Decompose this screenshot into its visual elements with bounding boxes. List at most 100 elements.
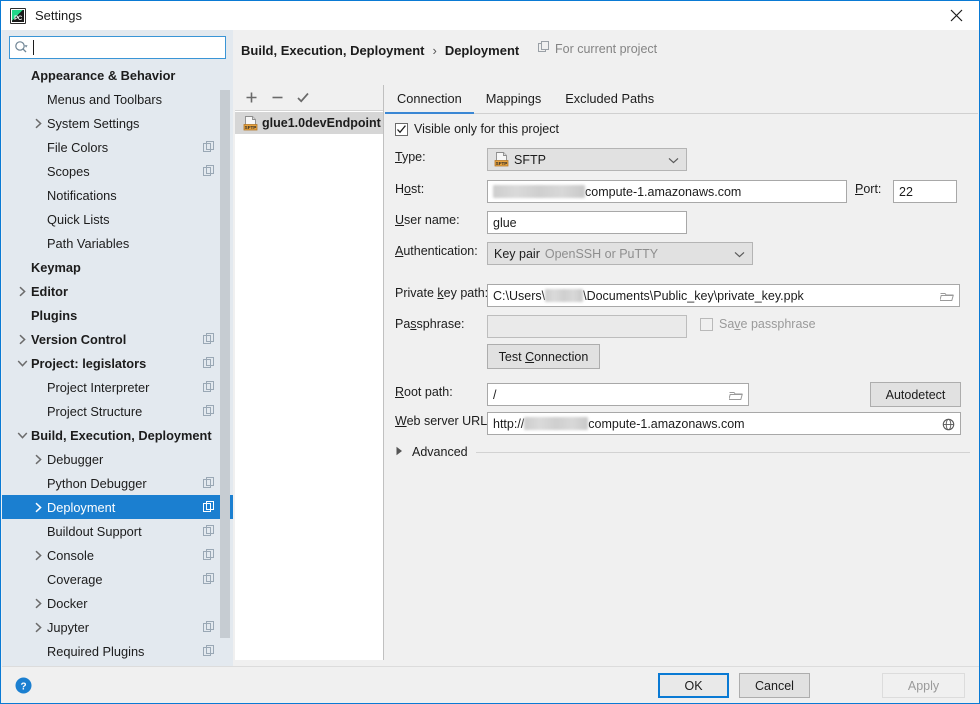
sidebar-item-build-execution-deployment[interactable]: Build, Execution, Deployment	[2, 423, 233, 447]
chevron-down-icon[interactable]	[16, 429, 29, 442]
sidebar-item-docker[interactable]: Docker	[2, 591, 233, 615]
sidebar-item-project-interpreter[interactable]: Project Interpreter	[2, 375, 233, 399]
triangle-right-icon[interactable]	[395, 445, 404, 459]
sftp-icon: SFTP	[494, 152, 509, 167]
username-input[interactable]: glue	[487, 211, 687, 234]
passphrase-input[interactable]	[487, 315, 687, 338]
sidebar-item-editor[interactable]: Editor	[2, 279, 233, 303]
sidebar-item-keymap[interactable]: Keymap	[2, 255, 233, 279]
sidebar-item-project-structure[interactable]: Project Structure	[2, 399, 233, 423]
chevron-right-icon[interactable]	[32, 501, 45, 514]
passphrase-label-row: Passphrase:	[395, 317, 465, 331]
sidebar-item-coverage[interactable]: Coverage	[2, 567, 233, 591]
folder-icon[interactable]	[936, 286, 958, 307]
set-default-server-button[interactable]	[291, 87, 315, 109]
save-passphrase-row: Save passphrase	[700, 317, 816, 331]
sidebar-scrollbar-thumb[interactable]	[220, 90, 230, 638]
sidebar-item-project-legislators[interactable]: Project: legislators	[2, 351, 233, 375]
sidebar-item-debugger[interactable]: Debugger	[2, 447, 233, 471]
server-list-item[interactable]: SFTPglue1.0devEndpoint	[235, 112, 383, 134]
chevron-right-icon[interactable]	[32, 453, 45, 466]
tab-mappings[interactable]: Mappings	[474, 90, 554, 113]
sidebar-item-appearance-behavior[interactable]: Appearance & Behavior	[2, 63, 233, 87]
sidebar-item-notifications[interactable]: Notifications	[2, 183, 233, 207]
chevron-down-icon[interactable]	[16, 357, 29, 370]
apply-label: Apply	[908, 679, 939, 693]
type-combo[interactable]: SFTP SFTP	[487, 148, 687, 171]
pycharm-icon: PC	[10, 8, 26, 24]
sidebar-item-version-control[interactable]: Version Control	[2, 327, 233, 351]
sidebar-item-label: Project: legislators	[31, 356, 146, 371]
chevron-right-icon[interactable]	[32, 117, 45, 130]
ok-button[interactable]: OK	[658, 673, 729, 698]
autodetect-button[interactable]: Autodetect	[870, 382, 961, 407]
help-icon[interactable]: ?	[15, 677, 32, 694]
save-passphrase-checkbox[interactable]	[700, 318, 713, 331]
project-scope-icon	[203, 645, 215, 657]
tab-connection[interactable]: Connection	[385, 90, 474, 113]
sidebar-item-label: System Settings	[47, 116, 139, 131]
sidebar-item-python-debugger[interactable]: Python Debugger	[2, 471, 233, 495]
sidebar-item-label: File Colors	[47, 140, 108, 155]
chevron-right-icon[interactable]	[32, 549, 45, 562]
visible-only-checkbox[interactable]	[395, 123, 408, 136]
apply-button[interactable]: Apply	[882, 673, 965, 698]
root-path-input[interactable]: /	[487, 383, 749, 406]
globe-icon[interactable]	[937, 414, 959, 435]
sidebar-item-path-variables[interactable]: Path Variables	[2, 231, 233, 255]
sidebar-item-menus-and-toolbars[interactable]: Menus and Toolbars	[2, 87, 233, 111]
project-scope-icon	[203, 573, 215, 585]
test-connection-button[interactable]: Test Connection	[487, 344, 600, 369]
svg-text:SFTP: SFTP	[245, 124, 257, 129]
svg-text:SFTP: SFTP	[496, 161, 508, 166]
type-value: SFTP	[514, 153, 546, 167]
sidebar-item-scopes[interactable]: Scopes	[2, 159, 233, 183]
sidebar-item-label: Appearance & Behavior	[31, 68, 175, 83]
sidebar-item-quick-lists[interactable]: Quick Lists	[2, 207, 233, 231]
chevron-right-icon[interactable]	[32, 621, 45, 634]
add-server-button[interactable]	[239, 87, 263, 109]
project-scope-icon	[203, 501, 215, 513]
advanced-section[interactable]: Advanced	[395, 445, 970, 459]
sidebar-item-buildout-support[interactable]: Buildout Support	[2, 519, 233, 543]
chevron-right-icon[interactable]	[16, 333, 29, 346]
project-scope-icon	[203, 477, 215, 489]
sidebar-item-label: Plugins	[31, 308, 77, 323]
search-icon	[14, 40, 29, 55]
close-icon[interactable]	[933, 1, 979, 30]
port-input[interactable]: 22	[893, 180, 957, 203]
cancel-label: Cancel	[755, 679, 794, 693]
sidebar-item-jupyter[interactable]: Jupyter	[2, 615, 233, 639]
web-server-url-label: Web server URL:	[395, 414, 491, 428]
folder-icon[interactable]	[725, 385, 747, 406]
web-server-url-input[interactable]: http://compute-1.amazonaws.com	[487, 412, 961, 435]
chevron-right-icon[interactable]	[32, 597, 45, 610]
sidebar-item-label: Jupyter	[47, 620, 89, 635]
sidebar-item-label: Buildout Support	[47, 524, 142, 539]
sidebar-item-file-colors[interactable]: File Colors	[2, 135, 233, 159]
port-value: 22	[899, 185, 913, 199]
chevron-right-icon[interactable]	[16, 285, 29, 298]
sidebar-item-deployment[interactable]: Deployment	[2, 495, 233, 519]
for-current-project-text: For current project	[555, 42, 657, 56]
port-label-row: Port:	[855, 182, 881, 196]
tab-excluded-paths[interactable]: Excluded Paths	[553, 90, 666, 113]
cancel-button[interactable]: Cancel	[739, 673, 810, 698]
private-key-input[interactable]: C:\Users\\Documents\Public_key\private_k…	[487, 284, 960, 307]
authentication-combo[interactable]: Key pair OpenSSH or PuTTY	[487, 242, 753, 265]
root-path-value: /	[493, 388, 496, 402]
visible-only-row: Visible only for this project	[395, 122, 559, 136]
sidebar-item-plugins[interactable]: Plugins	[2, 303, 233, 327]
private-key-redacted	[545, 289, 583, 302]
sidebar-item-system-settings[interactable]: System Settings	[2, 111, 233, 135]
search-input[interactable]	[34, 38, 221, 57]
project-scope-icon	[203, 141, 215, 153]
authentication-hint: OpenSSH or PuTTY	[545, 247, 658, 261]
username-value: glue	[493, 216, 517, 230]
sidebar-item-required-plugins[interactable]: Required Plugins	[2, 639, 233, 663]
search-field[interactable]	[9, 36, 226, 59]
sidebar-item-console[interactable]: Console	[2, 543, 233, 567]
project-scope-icon	[203, 525, 215, 537]
remove-server-button[interactable]	[265, 87, 289, 109]
host-input[interactable]: compute-1.amazonaws.com	[487, 180, 847, 203]
